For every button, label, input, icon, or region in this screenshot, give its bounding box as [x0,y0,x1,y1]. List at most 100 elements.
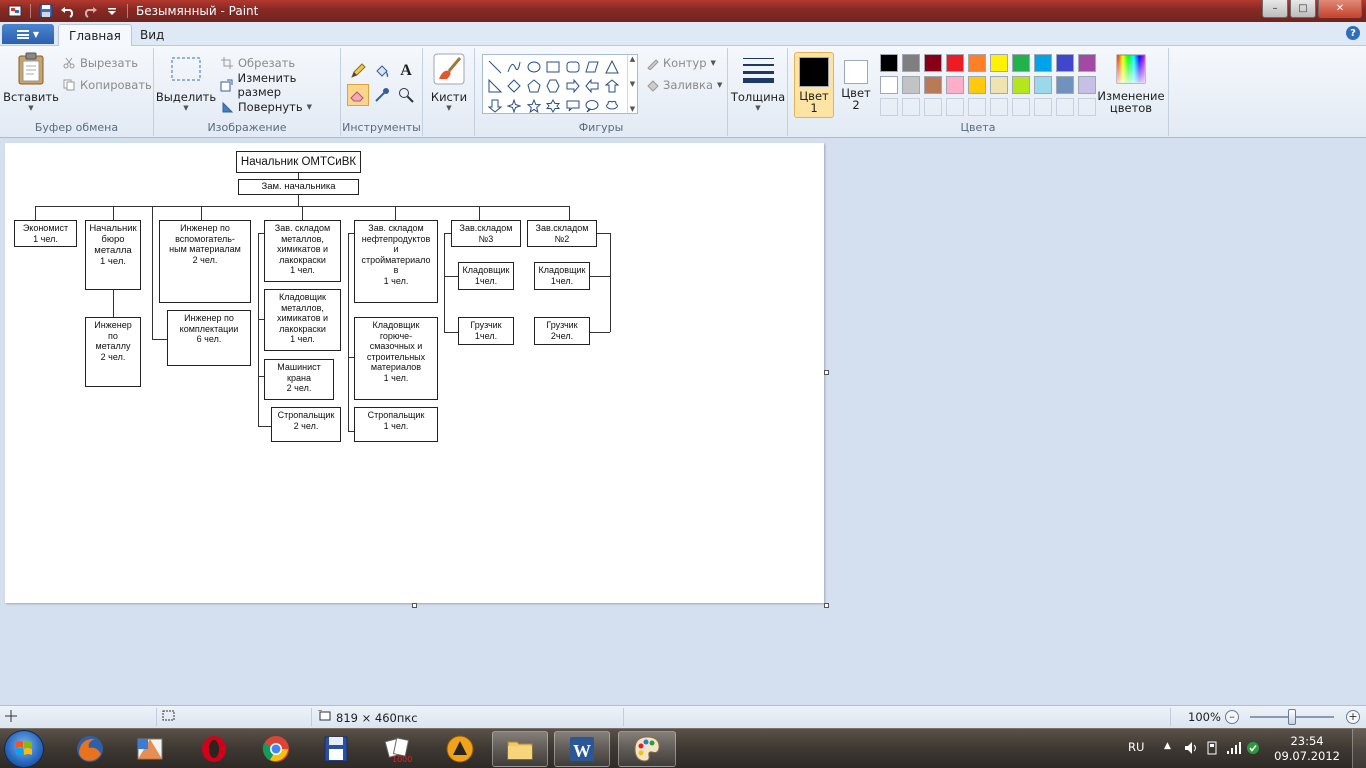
palette-empty-slot[interactable] [900,96,922,118]
taskbar-firefox[interactable] [62,731,118,767]
taskbar-word[interactable]: W [554,731,610,767]
down-arrow-shape-icon[interactable] [485,96,505,116]
palette-swatch[interactable] [1076,74,1098,96]
taskbar-paint[interactable] [618,731,676,767]
palette-empty-slot[interactable] [966,96,988,118]
eraser-icon[interactable] [347,84,369,106]
canvas-workspace[interactable]: Начальник ОМТСиВК Зам. начальника Эконом… [0,139,1366,705]
copy-button[interactable]: Копировать [62,76,152,94]
cut-button[interactable]: Вырезать [62,54,138,72]
taskbar-solitaire[interactable]: 1000 [370,731,426,767]
palette-swatch[interactable] [900,52,922,74]
cloud-callout-shape-icon[interactable] [602,96,622,116]
palette-swatch[interactable] [988,74,1010,96]
taskbar-app2[interactable] [122,731,178,767]
palette-swatch[interactable] [878,74,900,96]
palette-swatch[interactable] [1032,52,1054,74]
palette-empty-slot[interactable] [1076,96,1098,118]
palette-empty-slot[interactable] [1054,96,1076,118]
oval-callout-shape-icon[interactable] [583,96,603,116]
usb-device-icon[interactable] [1206,741,1218,758]
polygon-shape-icon[interactable] [583,57,603,77]
network-signal-icon[interactable] [1226,741,1242,758]
palette-empty-slot[interactable] [878,96,900,118]
paint-menu-button[interactable]: ▼ [2,24,54,44]
palette-swatch[interactable] [1010,74,1032,96]
diamond-shape-icon[interactable] [505,77,525,97]
palette-empty-slot[interactable] [922,96,944,118]
palette-swatch[interactable] [944,52,966,74]
show-desktop-button[interactable] [1352,729,1366,768]
up-arrow-shape-icon[interactable] [602,77,622,97]
taskbar-chrome[interactable] [248,731,304,767]
scroll-down-icon[interactable]: ▼ [630,80,635,88]
taskbar-floppy-app[interactable] [308,731,364,767]
text-icon[interactable]: A [395,60,417,82]
tab-home[interactable]: Главная [58,24,132,46]
tab-view[interactable]: Вид [130,24,174,46]
paint-app-icon[interactable] [6,3,24,19]
brushes-button[interactable]: Кисти ▼ [427,52,471,112]
palette-swatch[interactable] [1032,74,1054,96]
right-arrow-shape-icon[interactable] [563,77,583,97]
left-arrow-shape-icon[interactable] [583,77,603,97]
undo-icon[interactable] [59,3,77,19]
save-icon[interactable] [37,3,55,19]
pentagon-shape-icon[interactable] [524,77,544,97]
clock[interactable]: 23:54 09.07.2012 [1274,734,1340,764]
palette-swatch[interactable] [922,74,944,96]
curve-shape-icon[interactable] [505,57,525,77]
fill-button[interactable]: Заливка ▼ [645,76,722,94]
help-icon[interactable]: ? [1346,26,1360,40]
palette-swatch[interactable] [878,52,900,74]
canvas-resize-handle-bottom[interactable] [412,603,417,608]
line-shape-icon[interactable] [485,57,505,77]
rect-callout-shape-icon[interactable] [563,96,583,116]
palette-swatch[interactable] [922,52,944,74]
outline-button[interactable]: Контур ▼ [645,54,716,72]
hexagon-shape-icon[interactable] [544,77,564,97]
palette-swatch[interactable] [900,74,922,96]
color-picker-icon[interactable] [371,84,393,106]
language-indicator[interactable]: RU [1128,740,1144,754]
palette-swatch[interactable] [966,52,988,74]
palette-swatch[interactable] [1054,52,1076,74]
fill-bucket-icon[interactable] [371,60,393,82]
edit-colors-button[interactable]: Изменение цветов [1096,52,1166,114]
maximize-button[interactable]: □ [1290,0,1316,18]
palette-swatch[interactable] [988,52,1010,74]
rotate-button[interactable]: Повернуть ▼ [220,98,312,116]
palette-swatch[interactable] [1010,52,1032,74]
palette-swatch[interactable] [1054,74,1076,96]
qat-customize-icon[interactable] [103,3,121,19]
palette-swatch[interactable] [1076,52,1098,74]
rounded-rectangle-shape-icon[interactable] [563,57,583,77]
resize-button[interactable]: Изменить размер [220,71,340,99]
five-point-star-shape-icon[interactable] [524,96,544,116]
four-point-star-shape-icon[interactable] [505,96,525,116]
thickness-button[interactable]: Толщина ▼ [730,52,786,112]
oval-shape-icon[interactable] [524,57,544,77]
taskbar-aimp[interactable] [432,731,488,767]
palette-empty-slot[interactable] [1032,96,1054,118]
paste-button[interactable]: Вставить ▼ [3,52,59,112]
scroll-up-icon[interactable]: ▲ [630,55,635,63]
shapes-scrollbar[interactable]: ▲ ▼ ▼ [627,55,637,113]
right-triangle-shape-icon[interactable] [485,77,505,97]
palette-swatch[interactable] [966,74,988,96]
tray-expand-icon[interactable]: ▲ [1164,741,1171,751]
taskbar-explorer[interactable] [492,731,548,767]
drawing-canvas[interactable]: Начальник ОМТСиВК Зам. начальника Эконом… [5,143,824,603]
taskbar-opera[interactable] [186,731,242,767]
color1-button[interactable]: Цвет 1 [794,52,834,118]
pencil-icon[interactable] [347,60,369,82]
volume-icon[interactable] [1184,741,1200,758]
zoom-slider-thumb[interactable] [1288,709,1296,725]
update-checkmark-icon[interactable] [1246,741,1260,758]
close-button[interactable]: ✕ [1318,0,1362,18]
minimize-button[interactable]: – [1262,0,1288,18]
redo-icon[interactable] [81,3,99,19]
select-button[interactable]: Выделить ▼ [156,52,216,112]
six-point-star-shape-icon[interactable] [544,96,564,116]
start-button[interactable] [4,730,44,768]
